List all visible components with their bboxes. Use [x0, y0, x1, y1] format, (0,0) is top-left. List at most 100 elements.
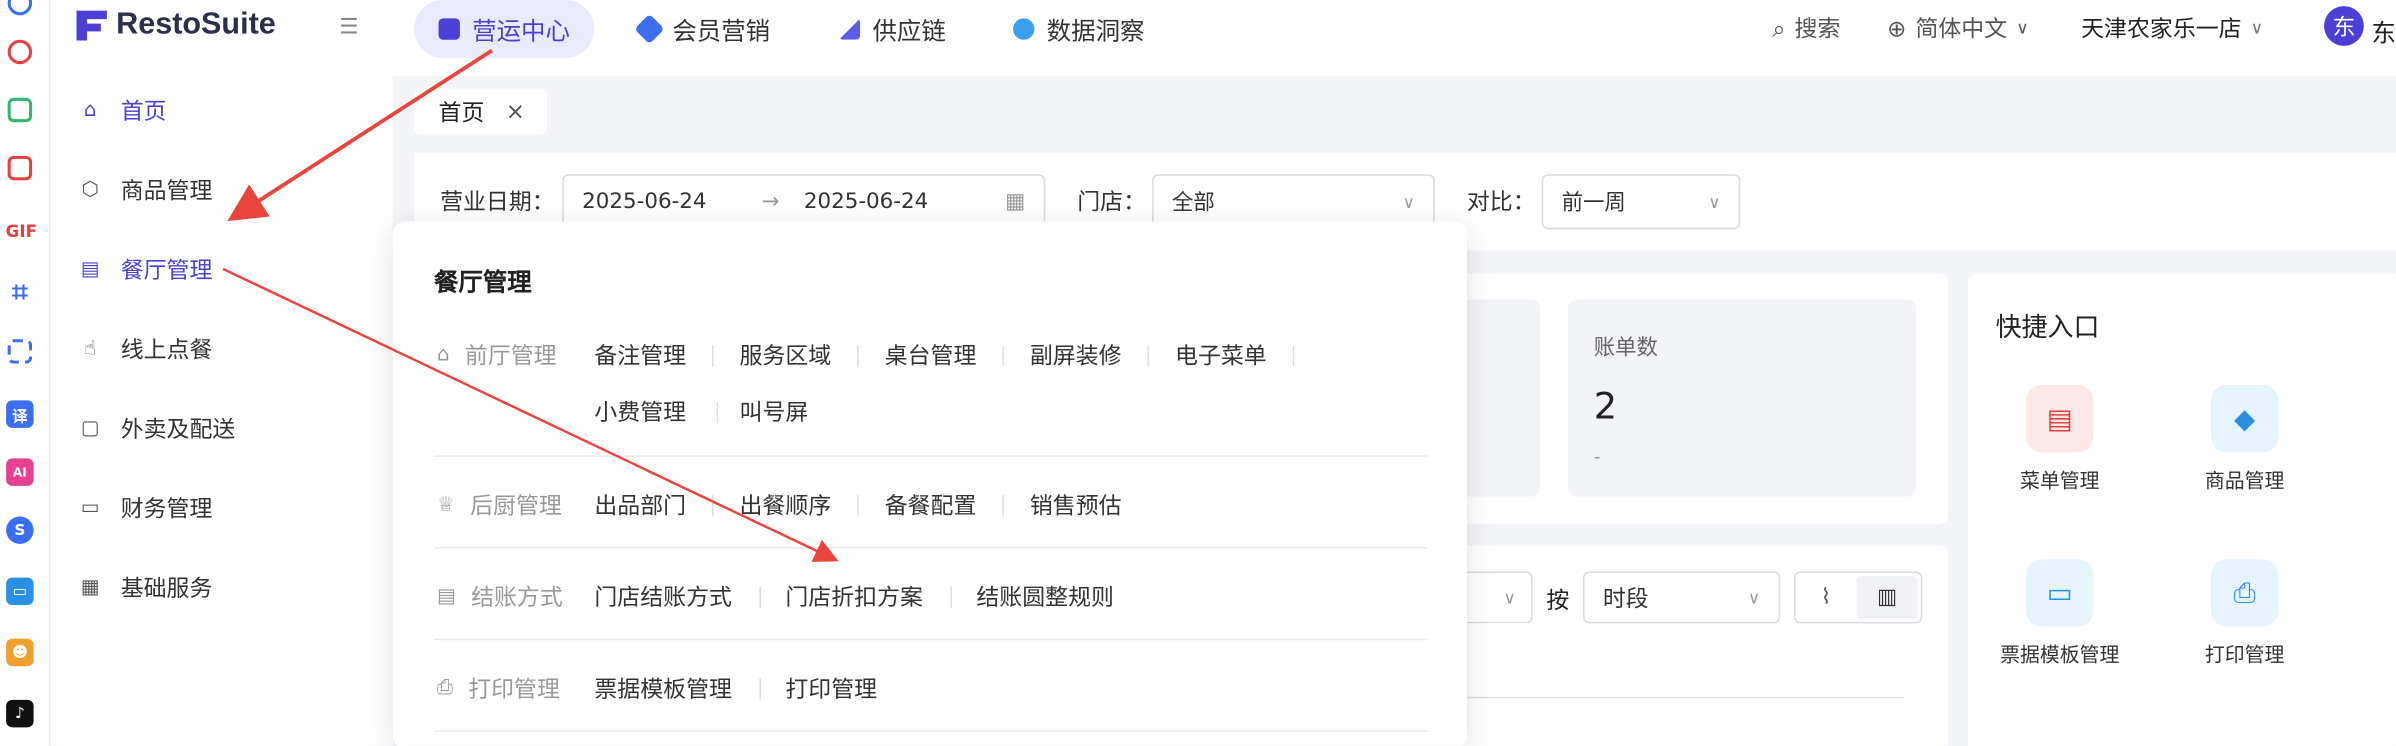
- date-label: 营业日期：: [440, 187, 555, 216]
- sidebar-item-6[interactable]: ▦ 基础服务: [50, 549, 392, 625]
- quick-item-label: 票据模板管理: [2000, 644, 2120, 668]
- quick-item-label: 菜单管理: [2019, 470, 2100, 494]
- sidebar-item-label: 财务管理: [120, 494, 213, 522]
- quick-access-card: [1968, 273, 2396, 746]
- bag-icon: ▢: [80, 416, 100, 440]
- insights-icon: [1013, 18, 1035, 40]
- globe-icon: ⊕: [1887, 14, 1907, 43]
- bar-chart-icon[interactable]: ▥: [1856, 576, 1918, 619]
- gif-extension-icon[interactable]: GIF: [3, 216, 40, 245]
- chevron-down-icon: ∨: [1747, 587, 1761, 608]
- topnav-data-insights[interactable]: 数据洞察: [1013, 0, 1144, 58]
- ai-write-extension-icon[interactable]: AI: [6, 458, 34, 486]
- date-end[interactable]: 2025-06-24: [804, 189, 928, 213]
- store-label: 天津农家乐一店: [2081, 15, 2242, 43]
- line-chart-icon[interactable]: ⌇: [1795, 573, 1856, 622]
- chevron-down-icon: ∨: [1708, 191, 1721, 212]
- menu-link[interactable]: 备餐配置: [885, 489, 977, 521]
- menu-link[interactable]: 门店折扣方案: [785, 581, 923, 613]
- language-selector[interactable]: ⊕ 简体中文 ∨: [1887, 12, 2029, 44]
- compare-select-value: 前一周: [1561, 191, 1626, 216]
- printer-icon: ⎙: [437, 676, 453, 700]
- sidebar-item-label: 基础服务: [120, 573, 213, 602]
- translate-extension-icon[interactable]: 译: [6, 400, 34, 428]
- quick-item-0[interactable]: ▤ 菜单管理: [1999, 385, 2121, 494]
- bill-count-tile: [1567, 299, 1917, 497]
- quick-item-4[interactable]: ⎙ 打印管理: [2184, 559, 2306, 668]
- chevron-down-icon: ∨: [2250, 18, 2264, 39]
- menu-link[interactable]: 服务区域: [740, 339, 832, 371]
- compare-select[interactable]: 前一周 ∨: [1541, 174, 1741, 230]
- search-icon: ⌕: [1772, 14, 1786, 43]
- qr-code-extension-icon[interactable]: [7, 97, 33, 123]
- menu-separator: [1292, 345, 1295, 367]
- sidebar-item-label: 商品管理: [120, 176, 213, 204]
- sidebar-item-4[interactable]: ▢ 外卖及配送: [50, 390, 392, 466]
- period-select[interactable]: 时段 ∨: [1583, 571, 1781, 624]
- sidebar-item-1[interactable]: ⬡ 商品管理: [50, 151, 392, 227]
- user-name[interactable]: 东: [2371, 12, 2395, 49]
- folder-icon: ▭: [80, 495, 100, 519]
- menu-link[interactable]: 副屏装修: [1030, 339, 1122, 371]
- menu-link[interactable]: 小费管理: [594, 396, 686, 428]
- menu-link[interactable]: 电子菜单: [1175, 339, 1267, 371]
- menu-link[interactable]: 备注管理: [594, 339, 686, 371]
- topnav-member-marketing[interactable]: 会员营销: [634, 0, 770, 58]
- quick-item-2[interactable]: 门店: [2365, 385, 2396, 493]
- sidebar-item-0[interactable]: ⌂ 首页: [50, 72, 392, 148]
- language-label: 简体中文: [1915, 15, 2008, 43]
- menu-divider: [433, 638, 1428, 641]
- menu-separator: [716, 401, 719, 424]
- circle-extension-icon[interactable]: [7, 0, 33, 16]
- sidebar-item-label: 线上点餐: [120, 335, 213, 363]
- record-extension-icon[interactable]: [7, 39, 33, 65]
- logo-icon: [76, 9, 107, 41]
- app-extension-icon[interactable]: S: [6, 516, 34, 544]
- sidebar-item-2[interactable]: ▤ 餐厅管理: [50, 231, 392, 307]
- crop-extension-icon[interactable]: ⌗: [6, 276, 34, 308]
- tab-home[interactable]: 首页 ×: [414, 88, 547, 135]
- menu-link[interactable]: 出餐顺序: [740, 489, 832, 521]
- menu-link[interactable]: 打印管理: [785, 672, 877, 704]
- monitor-extension-icon[interactable]: ▭: [6, 577, 34, 606]
- avatar[interactable]: 东: [2324, 6, 2364, 46]
- header-search[interactable]: ⌕ 搜索: [1772, 12, 1840, 44]
- menu-link[interactable]: 销售预估: [1030, 489, 1122, 521]
- date-start[interactable]: 2025-06-24: [582, 189, 706, 213]
- menu-link[interactable]: 门店结账方式: [594, 581, 732, 613]
- menu-link[interactable]: 出品部门: [594, 489, 686, 521]
- quick-item-1[interactable]: ◆ 商品管理: [2184, 385, 2306, 494]
- search-label: 搜索: [1794, 15, 1841, 43]
- tiktok-extension-icon[interactable]: ♪: [6, 699, 34, 728]
- topnav-label: 数据洞察: [1046, 16, 1145, 46]
- game-extension-icon[interactable]: ☻: [6, 638, 34, 667]
- chevron-down-icon: ∨: [1503, 587, 1516, 608]
- menu-link[interactable]: 票据模板管理: [594, 672, 732, 704]
- topnav-operations-center[interactable]: 营运中心: [414, 0, 595, 59]
- quick-item-5[interactable]: 桌: [2365, 559, 2396, 667]
- calendar-icon: ▦: [1005, 189, 1026, 214]
- close-icon[interactable]: ×: [506, 98, 525, 126]
- topnav-supply-chain[interactable]: 供应链: [838, 0, 946, 58]
- table-icon: [2392, 559, 2396, 627]
- menu-divider: [433, 547, 1428, 549]
- store-selector[interactable]: 天津农家乐一店 ∨: [2081, 12, 2263, 44]
- app-logo[interactable]: RestoSuite: [76, 8, 276, 43]
- menu-divider: [433, 730, 1428, 732]
- menu-group-2: ▤ 结账方式: [437, 581, 563, 613]
- chart-divider: [1466, 696, 1904, 699]
- pdf-extension-icon[interactable]: [7, 155, 33, 181]
- menu-link[interactable]: 叫号屏: [740, 396, 809, 428]
- compare-label: 对比：: [1466, 187, 1536, 216]
- quick-item-3[interactable]: ▭ 票据模板管理: [1999, 559, 2121, 668]
- printer-icon: ⎙: [2211, 559, 2279, 627]
- ocr-extension-icon[interactable]: [7, 339, 33, 364]
- menu-link[interactable]: 桌台管理: [885, 339, 977, 371]
- menu-separator: [759, 586, 761, 609]
- sidebar-item-5[interactable]: ▭ 财务管理: [50, 469, 392, 545]
- bill-count-value: 2: [1593, 385, 1618, 428]
- bill-count-compare: -: [1593, 446, 1601, 468]
- sidebar-item-3[interactable]: ☝ 线上点餐: [50, 310, 392, 386]
- collapse-sidebar-icon[interactable]: ☰: [339, 15, 358, 39]
- menu-link[interactable]: 结账圆整规则: [976, 581, 1114, 613]
